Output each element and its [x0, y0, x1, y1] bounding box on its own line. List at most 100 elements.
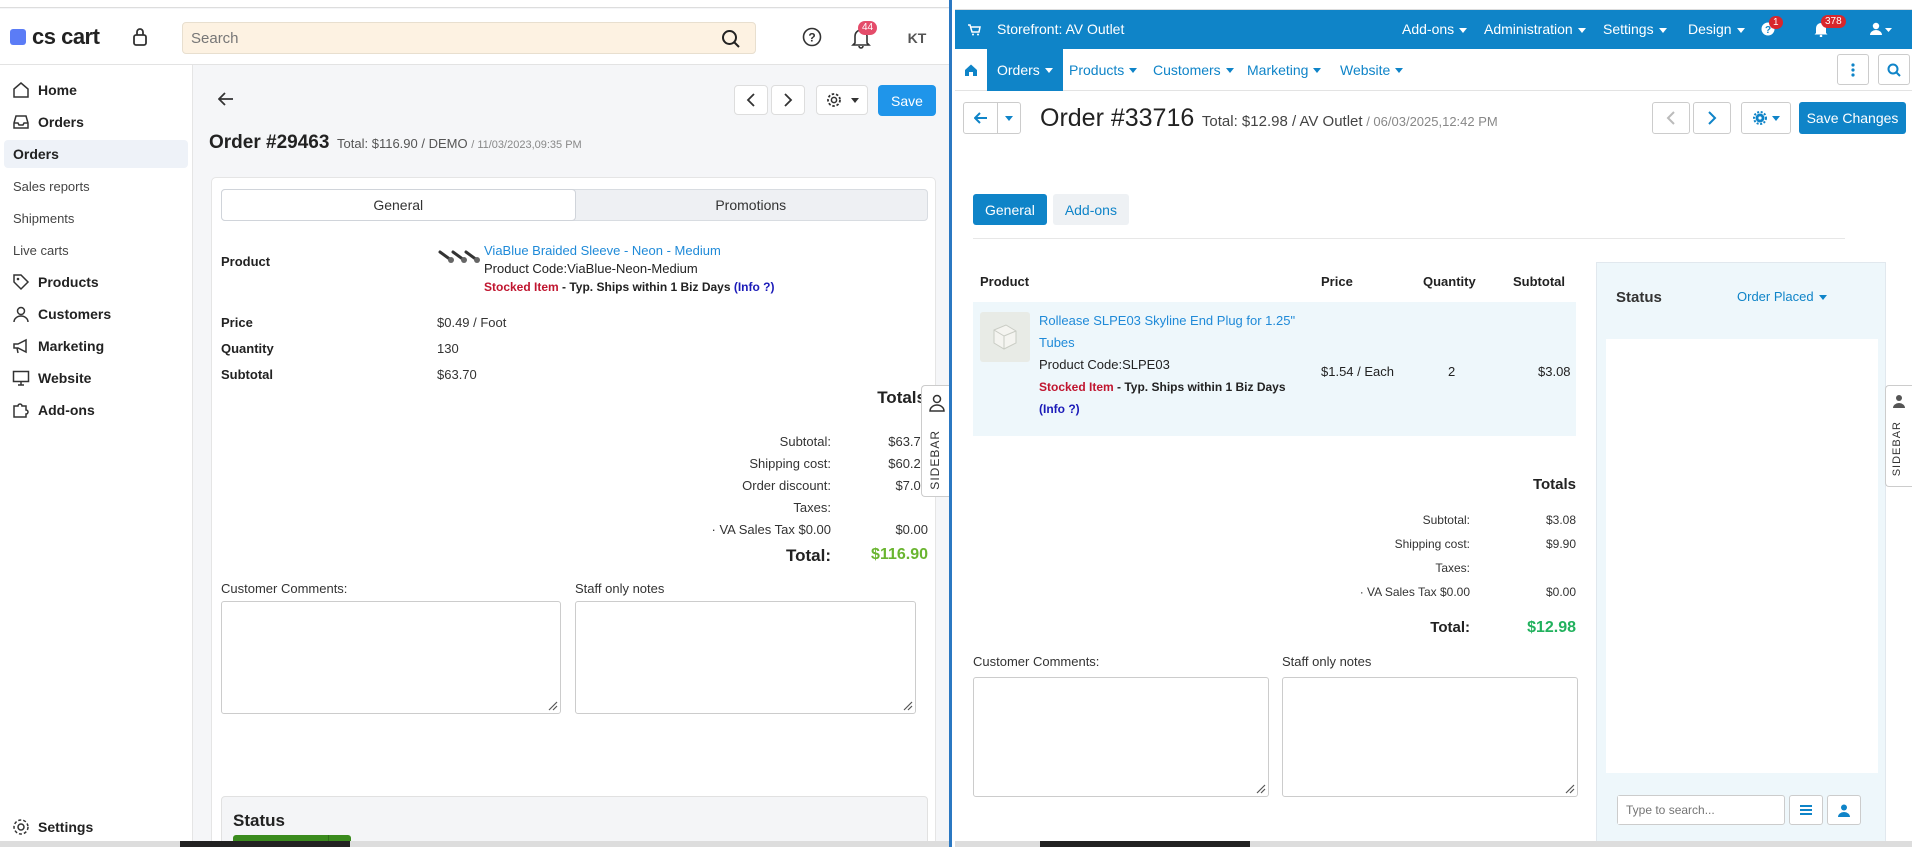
totals-total-value: $12.98: [1527, 619, 1576, 636]
totals-taxes-key: Taxes:: [1435, 561, 1470, 575]
product-label: Product: [221, 254, 271, 269]
nav-shipments[interactable]: Shipments: [0, 204, 193, 232]
nav-customers-label: Customers: [38, 306, 112, 322]
nav-home[interactable]: Home: [0, 76, 193, 104]
caret-down-icon: [1818, 295, 1827, 301]
totals-shipping-key: Shipping cost:: [1394, 537, 1470, 551]
save-changes-button[interactable]: Save Changes: [1799, 102, 1906, 134]
horizontal-scrollbar[interactable]: [955, 841, 1912, 847]
staff-notes-label: Staff only notes: [1282, 654, 1372, 669]
totals-va-tax-key: · VA Sales Tax $0.00: [1359, 585, 1470, 599]
resize-grip-icon[interactable]: [1254, 782, 1266, 794]
logo-mark-icon: [10, 29, 26, 45]
staff-notes-textarea[interactable]: [575, 601, 916, 714]
totals-discount-key: Order discount:: [742, 478, 831, 493]
info-link[interactable]: (Info ?): [734, 280, 775, 294]
totals-total-key: Total:: [1430, 619, 1470, 636]
help-icon[interactable]: ?: [802, 27, 822, 50]
nav-sales-reports[interactable]: Sales reports: [0, 172, 193, 200]
caret-down-icon: [1658, 27, 1667, 33]
totals-heading: Totals: [877, 388, 926, 407]
price-value: $0.49 / Foot: [437, 315, 507, 330]
search-button[interactable]: [1878, 54, 1910, 85]
status-heading: Status: [1616, 289, 1662, 306]
horizontal-scrollbar[interactable]: [0, 841, 949, 847]
megaphone-icon: [12, 337, 30, 355]
search-icon[interactable]: [721, 29, 741, 52]
nav-settings[interactable]: Settings: [0, 813, 193, 841]
lock-icon[interactable]: [132, 27, 148, 50]
next-order-button[interactable]: [1693, 102, 1731, 134]
cscart-window-right: Storefront: AV Outlet Add-ons Administra…: [955, 0, 1912, 847]
notification-badge: 378: [1821, 15, 1846, 28]
subtotal-value: $63.70: [437, 367, 477, 382]
more-options-button[interactable]: [1837, 54, 1869, 85]
tab-general[interactable]: General: [221, 189, 576, 221]
sidebar-toggle-label: SIDEBAR: [1891, 421, 1903, 477]
totals-taxes-key: Taxes:: [793, 500, 831, 515]
nav-products[interactable]: Products: [0, 268, 193, 296]
browser-top-strip: [0, 0, 949, 8]
status-heading: Status: [233, 811, 285, 830]
resize-grip-icon[interactable]: [546, 699, 558, 711]
settings-dropdown-button[interactable]: [1741, 102, 1791, 134]
customer-search-input[interactable]: [1618, 796, 1778, 824]
resize-grip-icon[interactable]: [901, 699, 913, 711]
cscart-logo[interactable]: cs cart: [10, 24, 100, 50]
nav-addons[interactable]: Add-ons: [0, 396, 193, 424]
nav-orders-sub[interactable]: Orders: [4, 140, 188, 168]
nav-marketing-label: Marketing: [38, 338, 105, 354]
search-field[interactable]: [182, 22, 756, 54]
customer-search-field[interactable]: [1617, 795, 1785, 825]
gear-icon: [1752, 111, 1767, 125]
back-arrow-icon[interactable]: [217, 92, 234, 109]
customer-comments-textarea[interactable]: [221, 601, 561, 714]
status-dropdown[interactable]: Order Placed: [1737, 289, 1827, 304]
user-icon: [1838, 804, 1850, 817]
totals-va-tax-row: · VA Sales Tax $0.00 $0.00: [973, 585, 1576, 603]
resize-grip-icon[interactable]: [1563, 782, 1575, 794]
save-button[interactable]: Save: [878, 85, 936, 116]
prev-order-button[interactable]: [734, 85, 768, 115]
staff-notes-textarea[interactable]: [1282, 677, 1578, 797]
order-meta: Total: $116.90 / DEMO: [337, 136, 468, 151]
user-icon: [929, 394, 945, 412]
scrollbar-thumb[interactable]: [180, 841, 350, 847]
nav-customers[interactable]: Customers: [0, 300, 193, 328]
scrollbar-thumb[interactable]: [1040, 841, 1250, 847]
menu-design[interactable]: Design: [1688, 21, 1745, 37]
totals-taxes-row: Taxes:: [212, 500, 937, 518]
totals-subtotal-row: Subtotal: $3.08: [973, 513, 1576, 531]
product-link[interactable]: ViaBlue Braided Sleeve - Neon - Medium: [484, 242, 775, 260]
search-icon: [1887, 63, 1901, 77]
product-thumbnail[interactable]: [437, 246, 481, 268]
sidebar-toggle[interactable]: SIDEBAR: [921, 385, 949, 497]
nav-website[interactable]: Website: [0, 364, 193, 392]
staff-notes-label: Staff only notes: [575, 581, 665, 596]
nav-marketing[interactable]: Marketing: [0, 332, 193, 360]
user-view-button[interactable]: [1827, 795, 1861, 825]
prev-order-button[interactable]: [1652, 102, 1690, 134]
sidebar-toggle[interactable]: SIDEBAR: [1885, 385, 1912, 487]
list-view-button[interactable]: [1789, 795, 1823, 825]
avatar[interactable]: KT: [900, 25, 934, 51]
nav-addons-label: Add-ons: [38, 402, 95, 418]
totals-total-value: $116.90: [871, 546, 928, 563]
customer-comments-textarea[interactable]: [973, 677, 1269, 797]
totals-va-tax-value: $0.00: [895, 522, 928, 537]
quantity-value: 130: [437, 341, 459, 356]
menu-settings[interactable]: Settings: [1603, 21, 1667, 37]
nav-live-carts[interactable]: Live carts: [0, 236, 193, 264]
user-menu-icon[interactable]: [1870, 22, 1892, 39]
tab-promotions[interactable]: Promotions: [575, 190, 928, 220]
order-card: General Promotions Product ViaBlue Braid…: [211, 177, 936, 847]
home-icon: [12, 81, 30, 99]
search-input[interactable]: [183, 23, 703, 53]
user-icon: [1893, 395, 1905, 408]
settings-dropdown-button[interactable]: [816, 85, 868, 115]
subtotal-label: Subtotal: [221, 367, 273, 382]
nav-orders[interactable]: Orders: [0, 108, 193, 136]
help-badge: 1: [1769, 16, 1783, 29]
nav-sales-reports-label: Sales reports: [13, 178, 90, 194]
next-order-button[interactable]: [771, 85, 805, 115]
